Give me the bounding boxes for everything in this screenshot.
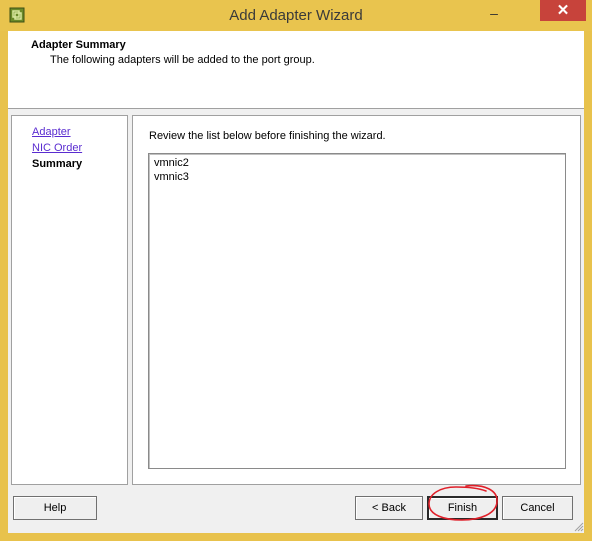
step-nic-order-link[interactable]: NIC Order [32, 142, 82, 154]
step-adapter-link[interactable]: Adapter [32, 126, 71, 138]
list-item[interactable]: vmnic2 [154, 157, 189, 169]
close-button[interactable]: ✕ [540, 0, 586, 21]
wizard-header: Adapter Summary The following adapters w… [8, 31, 584, 109]
button-bar: Help < Back Finish Cancel [8, 487, 584, 533]
instruction-text: Review the list below before finishing t… [149, 130, 386, 142]
wizard-steps-panel: Adapter NIC Order Summary [11, 115, 128, 485]
summary-content-panel: Review the list below before finishing t… [132, 115, 581, 485]
list-item[interactable]: vmnic3 [154, 171, 189, 183]
minimize-button[interactable]: – [487, 6, 501, 23]
step-summary-current: Summary [32, 158, 83, 170]
finish-button[interactable]: Finish [427, 496, 498, 520]
title-bar[interactable]: Add Adapter Wizard – ✕ [0, 0, 592, 31]
adapter-list[interactable]: vmnic2 vmnic3 [148, 153, 566, 469]
page-subtitle: The following adapters will be added to … [50, 54, 315, 66]
wizard-window: Add Adapter Wizard – ✕ Adapter Summary T… [0, 0, 592, 541]
back-button[interactable]: < Back [355, 496, 423, 520]
wizard-client-area: Adapter Summary The following adapters w… [8, 31, 584, 533]
resize-grip-icon[interactable] [574, 522, 584, 532]
page-title: Adapter Summary [31, 39, 126, 51]
cancel-button[interactable]: Cancel [502, 496, 573, 520]
help-button[interactable]: Help [13, 496, 97, 520]
window-title: Add Adapter Wizard [229, 7, 363, 24]
